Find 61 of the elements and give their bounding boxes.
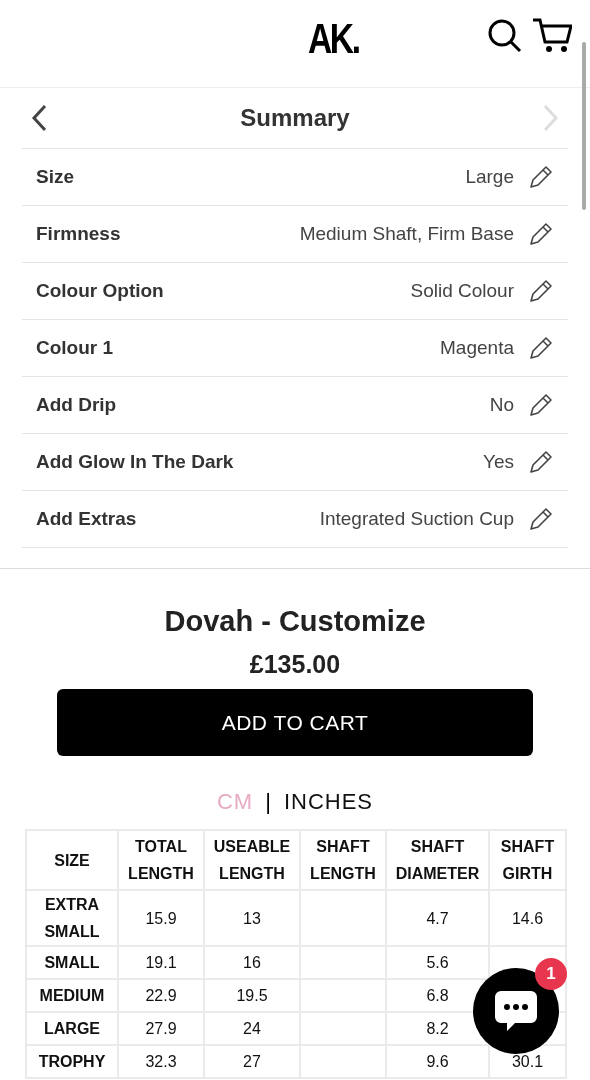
option-label: Firmness (36, 223, 122, 245)
measurement-value: 27 (243, 1053, 261, 1070)
measurement-value: 15.9 (145, 909, 177, 927)
scrollbar[interactable] (582, 42, 586, 210)
column-header: SHAFT LENGTH (300, 830, 386, 890)
product-title: Dovah - Customize (164, 605, 426, 638)
measurement-value: 9.6 (426, 1053, 449, 1070)
unit-toggle[interactable]: INCHES (283, 789, 374, 815)
option-value: No (489, 394, 514, 416)
column-header: TOTAL LENGTH (118, 830, 204, 890)
option-label: Add Extras (36, 508, 138, 530)
pencil-icon[interactable] (528, 335, 554, 361)
measurement-value: 8.2 (426, 1020, 449, 1037)
column-header: SHAFT DIAMETER (386, 830, 489, 890)
column-header: SHAFT GIRTH (489, 830, 566, 890)
pencil-icon[interactable] (528, 164, 554, 190)
column-header: SIZE (26, 830, 118, 890)
option-value: Large (465, 166, 514, 188)
measurement-value: 14.6 (511, 909, 544, 927)
pencil-icon[interactable] (528, 221, 554, 247)
option-value: Medium Shaft, Firm Base (299, 223, 514, 245)
measurement-value: 19.5 (236, 987, 268, 1004)
measurement-value: 27.9 (145, 1020, 177, 1037)
measurement-value: 24 (243, 1020, 261, 1037)
size-label: LARGE (44, 1020, 100, 1037)
measurement-value: 5.6 (426, 954, 449, 971)
option-value: Integrated Suction Cup (319, 508, 514, 530)
unit-separator: | (265, 789, 272, 815)
measurement-value: 32.3 (145, 1053, 177, 1070)
option-label: Colour Option (36, 280, 165, 302)
option-value: Solid Colour (410, 280, 514, 302)
option-value: Yes (483, 451, 514, 473)
option-label: Add Glow In The Dark (36, 451, 235, 473)
add-to-cart-button[interactable]: ADD TO CART (57, 689, 533, 756)
pencil-icon[interactable] (528, 506, 554, 532)
search-icon[interactable] (488, 19, 522, 53)
measurement-value: 22.9 (145, 987, 177, 1004)
pencil-icon[interactable] (528, 278, 554, 304)
option-label: Colour 1 (36, 337, 115, 359)
summary-title: Summary (240, 104, 350, 132)
size-label: TROPHY (38, 1053, 106, 1070)
pencil-icon[interactable] (528, 392, 554, 418)
measurement-value: 19.1 (145, 954, 177, 971)
size-label: SMALL (44, 954, 100, 971)
measurement-value: 4.7 (426, 909, 449, 927)
measurement-value: 6.8 (426, 987, 449, 1004)
option-label: Size (36, 166, 76, 188)
option-value: Magenta (440, 337, 514, 359)
size-label: EXTRA SMALL (44, 896, 100, 940)
measurement-value: 16 (243, 954, 261, 971)
column-header: USEABLE LENGTH (204, 830, 300, 890)
notification-badge: 1 (535, 958, 567, 990)
pencil-icon[interactable] (528, 449, 554, 475)
option-label: Add Drip (36, 394, 118, 416)
chat-bubble-icon (493, 989, 539, 1033)
logo[interactable]: AK. (308, 18, 359, 60)
measurement-value: 13 (243, 909, 261, 927)
cart-icon[interactable] (532, 18, 572, 54)
measurement-value: 30.1 (511, 1053, 544, 1070)
product-price: £135.00 (249, 650, 341, 679)
size-label: MEDIUM (39, 987, 105, 1004)
